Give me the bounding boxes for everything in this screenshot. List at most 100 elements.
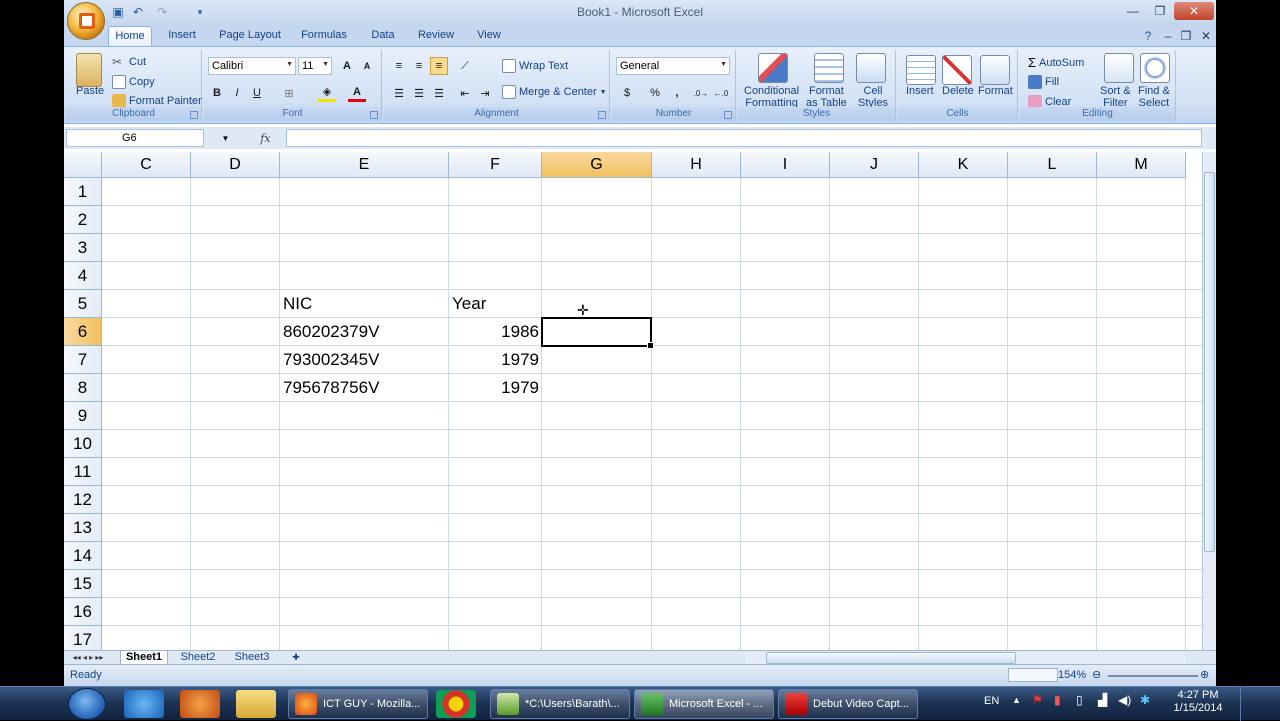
file-explorer-icon[interactable] — [236, 690, 276, 718]
tab-data[interactable]: Data — [366, 26, 400, 46]
cell-f6[interactable]: 1986 — [449, 318, 539, 346]
shrink-font-icon[interactable]: A — [358, 57, 376, 75]
name-box-dropdown-icon[interactable]: ▼ — [221, 134, 229, 143]
format-cells-icon[interactable] — [980, 55, 1010, 85]
active-cell-outline[interactable] — [541, 317, 654, 349]
cell-e8[interactable]: 795678756V — [283, 374, 379, 402]
row-header-4[interactable]: 4 — [64, 262, 102, 290]
row-header-2[interactable]: 2 — [64, 206, 102, 234]
horizontal-scrollbar[interactable] — [746, 652, 1186, 664]
increase-decimal-icon[interactable]: .0→ — [692, 84, 710, 102]
delete-cells-icon[interactable] — [942, 55, 972, 85]
tab-view[interactable]: View — [472, 26, 506, 46]
italic-icon[interactable]: I — [228, 84, 246, 102]
zoom-level[interactable]: 154% — [1058, 669, 1086, 681]
task-firefox[interactable]: ICT GUY - Mozilla... — [288, 689, 428, 719]
format-painter-button[interactable]: Format Painter — [112, 94, 202, 108]
font-launcher-icon[interactable] — [370, 111, 378, 119]
sheet-nav-arrows-icon[interactable]: ◂◂ ◂ ▸ ▸▸ — [68, 651, 108, 665]
copy-button[interactable]: Copy — [112, 75, 155, 89]
column-header-l[interactable]: L — [1008, 152, 1097, 178]
ribbon-minimize-icon[interactable]: – — [1160, 27, 1176, 45]
delete-cells-button[interactable]: Delete — [942, 85, 974, 97]
tab-page-layout[interactable]: Page Layout — [214, 26, 286, 46]
cell-styles-button[interactable]: Cell Styles — [858, 85, 888, 109]
minimize-button[interactable]: — — [1120, 2, 1146, 20]
row-header-7[interactable]: 7 — [64, 346, 102, 374]
row-header-11[interactable]: 11 — [64, 458, 102, 486]
row-header-5[interactable]: 5 — [64, 290, 102, 318]
borders-icon[interactable]: ⊞ — [280, 84, 298, 102]
row-header-8[interactable]: 8 — [64, 374, 102, 402]
view-buttons-icon[interactable] — [1008, 668, 1058, 682]
bold-icon[interactable]: B — [208, 84, 226, 102]
internet-explorer-icon[interactable] — [124, 690, 164, 718]
zoom-slider[interactable] — [1108, 675, 1198, 677]
sheet-tab-2[interactable]: Sheet2 — [174, 651, 222, 665]
ribbon-restore-icon[interactable]: ❐ — [1178, 27, 1194, 45]
cell-e7[interactable]: 793002345V — [283, 346, 379, 374]
vertical-scrollbar[interactable] — [1202, 152, 1216, 650]
insert-sheet-icon[interactable]: ✚ — [286, 651, 306, 665]
show-desktop-button[interactable] — [1240, 687, 1280, 721]
insert-cells-icon[interactable] — [906, 55, 936, 85]
number-format-select[interactable]: General ▼ — [616, 57, 730, 75]
column-header-k[interactable]: K — [919, 152, 1008, 178]
cut-button[interactable]: ✂ Cut — [112, 55, 146, 69]
tab-insert[interactable]: Insert — [162, 26, 202, 46]
column-header-e[interactable]: E — [280, 152, 449, 178]
format-as-table-icon[interactable] — [814, 53, 844, 83]
align-bottom-icon[interactable]: ≡ — [430, 57, 448, 75]
insert-cells-button[interactable]: Insert — [906, 85, 934, 97]
currency-button[interactable]: $ — [618, 84, 636, 102]
worksheet-grid[interactable]: C D E F G H I J K L M 1 2 3 4 5 6 7 8 9 10 11 12 13 14 15 16 17 NIC Y… — [64, 152, 1202, 654]
fill-color-icon[interactable]: ◈ — [318, 84, 336, 102]
column-header-g[interactable]: G — [542, 152, 652, 178]
row-header-12[interactable]: 12 — [64, 486, 102, 514]
task-excel[interactable]: Microsoft Excel - ... — [634, 689, 774, 719]
decrease-decimal-icon[interactable]: ←.0 — [712, 84, 730, 102]
format-cells-button[interactable]: Format — [978, 85, 1013, 97]
row-header-14[interactable]: 14 — [64, 542, 102, 570]
app-tray-icon[interactable]: ✱ — [1140, 693, 1150, 707]
conditional-formatting-button[interactable]: Conditional Formatting — [744, 85, 799, 109]
align-left-icon[interactable]: ☰ — [390, 84, 408, 102]
row-header-10[interactable]: 10 — [64, 430, 102, 458]
orientation-icon[interactable]: ⟋ — [456, 57, 474, 75]
align-right-icon[interactable]: ☰ — [430, 84, 448, 102]
font-name-select[interactable]: Calibri ▼ — [208, 57, 296, 75]
column-header-j[interactable]: J — [830, 152, 919, 178]
sort-filter-icon[interactable] — [1104, 53, 1134, 83]
align-middle-icon[interactable]: ≡ — [410, 57, 428, 75]
cell-f8[interactable]: 1979 — [449, 374, 539, 402]
font-color-icon[interactable]: A — [348, 84, 366, 102]
column-header-i[interactable]: I — [741, 152, 830, 178]
vertical-scroll-thumb[interactable] — [1204, 172, 1215, 552]
volume-icon[interactable]: ◀) — [1118, 693, 1131, 707]
horizontal-scroll-thumb[interactable] — [766, 652, 1016, 664]
cell-f5[interactable]: Year — [452, 290, 486, 318]
row-header-1[interactable]: 1 — [64, 178, 102, 206]
show-hidden-icons-icon[interactable]: ▲ — [1012, 695, 1021, 705]
zoom-in-icon[interactable]: ⊕ — [1200, 668, 1209, 681]
cell-f7[interactable]: 1979 — [449, 346, 539, 374]
column-header-d[interactable]: D — [191, 152, 280, 178]
number-launcher-icon[interactable] — [724, 111, 732, 119]
row-header-13[interactable]: 13 — [64, 514, 102, 542]
sort-filter-button[interactable]: Sort & Filter — [1100, 85, 1131, 109]
column-header-c[interactable]: C — [102, 152, 191, 178]
network-icon[interactable]: ▟ — [1098, 693, 1107, 707]
row-header-16[interactable]: 16 — [64, 598, 102, 626]
alignment-launcher-icon[interactable] — [598, 111, 606, 119]
action-center-icon[interactable]: ⚑ — [1032, 693, 1043, 707]
comma-button[interactable]: , — [668, 84, 686, 102]
chrome-icon[interactable] — [436, 690, 476, 718]
language-indicator[interactable]: EN — [984, 695, 999, 707]
power-icon[interactable]: ▯ — [1076, 693, 1083, 707]
format-as-table-button[interactable]: Format as Table — [806, 85, 847, 109]
find-select-icon[interactable] — [1140, 53, 1170, 83]
zoom-out-icon[interactable]: ⊖ — [1092, 668, 1101, 681]
help-icon[interactable]: ? — [1140, 27, 1156, 45]
align-top-icon[interactable]: ≡ — [390, 57, 408, 75]
fill-button[interactable]: Fill — [1028, 75, 1059, 89]
